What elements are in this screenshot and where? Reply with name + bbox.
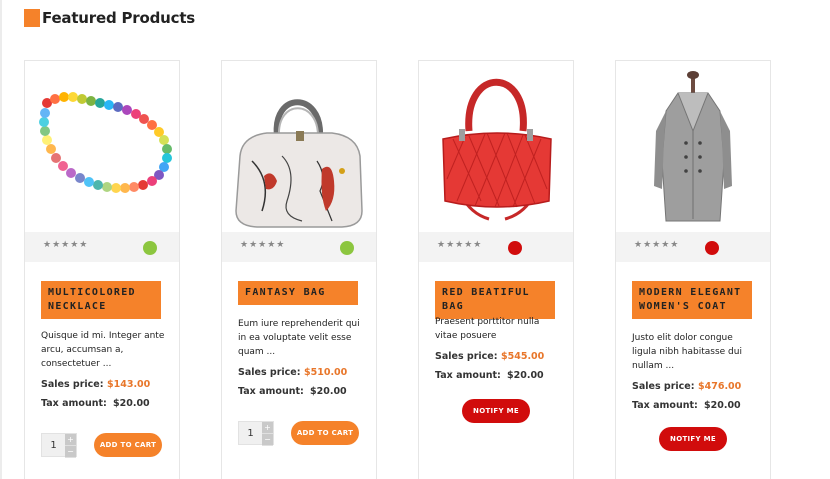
in-stock-indicator [143,241,157,255]
quantity-stepper[interactable]: 1 + − [238,421,274,446]
product-name[interactable]: MODERN ELEGANT WOMEN'S COAT [632,281,752,319]
tax-amount-row: Tax amount: $20.00 [632,400,762,411]
product-card-necklace: ★★★★★ MULTICOLORED NECKLACE Quisque id m… [24,60,180,479]
product-name[interactable]: RED BEATIFUL BAG [435,281,555,319]
quantity-decrement-button[interactable]: − [65,446,76,458]
out-of-stock-indicator [705,241,719,255]
product-description: Praesent porttitor nulla vitae posuere [435,317,540,341]
sales-price-label: Sales price: [435,351,498,362]
tax-amount-row: Tax amount: $20.00 [238,386,368,397]
tax-amount-value: $20.00 [310,386,347,397]
sales-price-label: Sales price: [238,367,301,378]
sales-price-label: Sales price: [41,379,104,390]
quantity-steps: + − [262,422,273,446]
tax-amount-label: Tax amount: [238,386,304,397]
tax-amount-row: Tax amount: $20.00 [435,370,565,381]
sales-price-value: $510.00 [304,367,348,378]
tax-amount-row: Tax amount: $20.00 [41,398,171,409]
section-marker [24,9,40,27]
in-stock-indicator [340,241,354,255]
product-description: Quisque id mi. Integer ante arcu, accums… [41,331,165,369]
section-title: Featured Products [42,9,196,27]
quantity-increment-button[interactable]: + [262,422,273,434]
product-card-fantasy-bag: ★★★★★ FANTASY BAG Eum iure reprehenderit… [221,60,377,479]
sales-price-row: Sales price: $143.00 [41,379,171,390]
product-name[interactable]: FANTASY BAG [238,281,358,305]
quantity-value[interactable]: 1 [239,428,262,439]
tax-amount-value: $20.00 [113,398,150,409]
sales-price-value: $545.00 [501,351,545,362]
section-header: Featured Products [24,9,195,27]
rating-bar: ★★★★★ [616,232,770,262]
tax-amount-value: $20.00 [704,400,741,411]
rating-stars: ★★★★★ [634,240,680,250]
tax-amount-value: $20.00 [507,370,544,381]
rating-bar: ★★★★★ [25,232,179,262]
quantity-stepper[interactable]: 1 + − [41,433,77,458]
quantity-decrement-button[interactable]: − [262,434,273,446]
rating-bar: ★★★★★ [222,232,376,262]
product-name[interactable]: MULTICOLORED NECKLACE [41,281,161,319]
page-left-border [0,0,2,479]
sales-price-value: $143.00 [107,379,151,390]
add-to-cart-button[interactable]: ADD TO CART [94,433,162,457]
notify-me-button[interactable]: NOTIFY ME [659,427,727,451]
fantasy-bag-image[interactable] [222,61,376,231]
sales-price-row: Sales price: $476.00 [632,381,762,392]
rating-stars: ★★★★★ [437,240,483,250]
rating-bar: ★★★★★ [419,232,573,262]
notify-me-button[interactable]: NOTIFY ME [462,399,530,423]
product-card-red-bag: ★★★★★ RED BEATIFUL BAG Praesent porttito… [418,60,574,479]
rating-stars: ★★★★★ [43,240,89,250]
red-bag-image[interactable] [419,61,573,231]
quantity-increment-button[interactable]: + [65,434,76,446]
necklace-image[interactable] [25,61,179,231]
product-description: Justo elit dolor congue ligula nibh habi… [632,333,742,371]
rating-stars: ★★★★★ [240,240,286,250]
out-of-stock-indicator [508,241,522,255]
coat-image[interactable] [616,61,770,231]
tax-amount-label: Tax amount: [435,370,501,381]
product-description: Eum iure reprehenderit qui in ea volupta… [238,319,360,357]
product-card-coat: ★★★★★ MODERN ELEGANT WOMEN'S COAT Justo … [615,60,771,479]
quantity-value[interactable]: 1 [42,440,65,451]
add-to-cart-button[interactable]: ADD TO CART [291,421,359,445]
sales-price-value: $476.00 [698,381,742,392]
sales-price-row: Sales price: $510.00 [238,367,368,378]
quantity-steps: + − [65,434,76,458]
sales-price-label: Sales price: [632,381,695,392]
sales-price-row: Sales price: $545.00 [435,351,565,362]
tax-amount-label: Tax amount: [41,398,107,409]
tax-amount-label: Tax amount: [632,400,698,411]
